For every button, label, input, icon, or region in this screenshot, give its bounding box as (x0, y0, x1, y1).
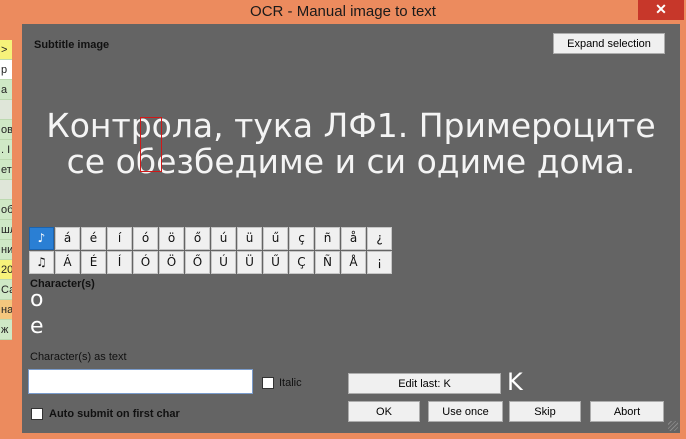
char-button[interactable]: ű (263, 227, 288, 250)
char-button[interactable]: ú (211, 227, 236, 250)
abort-button[interactable]: Abort (590, 401, 664, 422)
char-button[interactable]: Ü (237, 251, 262, 274)
char-button[interactable]: ¿ (367, 227, 392, 250)
char-button[interactable]: Ő (185, 251, 210, 274)
char-button[interactable]: é (81, 227, 106, 250)
auto-submit-label[interactable]: Auto submit on first char (49, 408, 180, 420)
char-button[interactable]: ó (133, 227, 158, 250)
char-button[interactable]: Ö (159, 251, 184, 274)
auto-submit-checkbox[interactable] (31, 408, 43, 420)
char-button[interactable]: Ç (289, 251, 314, 274)
char-button[interactable]: ¡ (367, 251, 392, 274)
resize-grip-icon[interactable] (668, 421, 678, 431)
char-button[interactable]: Í (107, 251, 132, 274)
close-icon: ✕ (655, 1, 667, 17)
characters-as-text-input[interactable] (28, 369, 253, 394)
background-cell: ни (0, 240, 12, 260)
close-button[interactable]: ✕ (638, 0, 684, 20)
background-cell: p (0, 60, 12, 80)
window-frame-bottom (0, 433, 686, 439)
background-cell: . I (0, 140, 12, 160)
background-app-peek: > p a ов . I ет об шл ни 20 Са на ж (0, 40, 12, 352)
background-cell: ж (0, 320, 12, 340)
background-cell (0, 100, 12, 120)
current-character-marker (140, 117, 162, 172)
skip-button[interactable]: Skip (509, 401, 581, 422)
last-character-glyph: K (507, 368, 523, 396)
char-button[interactable]: ö (159, 227, 184, 250)
char-button[interactable]: É (81, 251, 106, 274)
expand-selection-button[interactable]: Expand selection (553, 33, 665, 54)
background-cell: ов (0, 120, 12, 140)
char-button[interactable]: ñ (315, 227, 340, 250)
background-cell: ет (0, 160, 12, 180)
title-bar: OCR - Manual image to text ✕ (0, 0, 686, 24)
special-character-grid: ♪ á é í ó ö ő ú ü ű ç ñ å ¿ ♫ Á É Í Ó Ö … (29, 227, 392, 274)
char-button[interactable]: ♫ (29, 251, 54, 274)
characters-as-text-label: Character(s) as text (30, 351, 127, 363)
window-frame-right (680, 24, 686, 439)
character-glyph: e (30, 314, 44, 339)
char-button[interactable]: ü (237, 227, 262, 250)
ok-button[interactable]: OK (348, 401, 420, 422)
background-cell: на (0, 300, 12, 320)
window-title: OCR - Manual image to text (250, 3, 436, 20)
char-button[interactable]: Ú (211, 251, 236, 274)
char-button[interactable]: á (55, 227, 80, 250)
background-cell: 20 (0, 260, 12, 280)
background-cell: a (0, 80, 12, 100)
subtitle-image-line-1: Контрола, тука ЛФ1. Примероците (46, 106, 656, 145)
ocr-dialog-body: Subtitle image Expand selection Контрола… (22, 24, 680, 433)
char-button[interactable]: Ñ (315, 251, 340, 274)
subtitle-image-line-2: се обезбедиме и си одиме дома. (66, 142, 636, 181)
subtitle-image-label: Subtitle image (34, 39, 110, 51)
edit-last-button[interactable]: Edit last: K (348, 373, 501, 394)
italic-label[interactable]: Italic (279, 377, 302, 389)
character-glyph: o (30, 287, 44, 312)
char-button[interactable]: ♪ (29, 227, 54, 250)
char-button[interactable]: å (341, 227, 366, 250)
background-cell: > (0, 40, 12, 60)
italic-checkbox[interactable] (262, 377, 274, 389)
char-button[interactable]: í (107, 227, 132, 250)
char-button[interactable]: ç (289, 227, 314, 250)
background-cell: Са (0, 280, 12, 300)
char-button[interactable]: Ű (263, 251, 288, 274)
char-button[interactable]: Ó (133, 251, 158, 274)
background-cell: шл (0, 220, 12, 240)
background-cell: об (0, 200, 12, 220)
char-button[interactable]: Á (55, 251, 80, 274)
use-once-button[interactable]: Use once (428, 401, 503, 422)
background-cell (0, 180, 12, 200)
char-button[interactable]: ő (185, 227, 210, 250)
char-button[interactable]: Å (341, 251, 366, 274)
